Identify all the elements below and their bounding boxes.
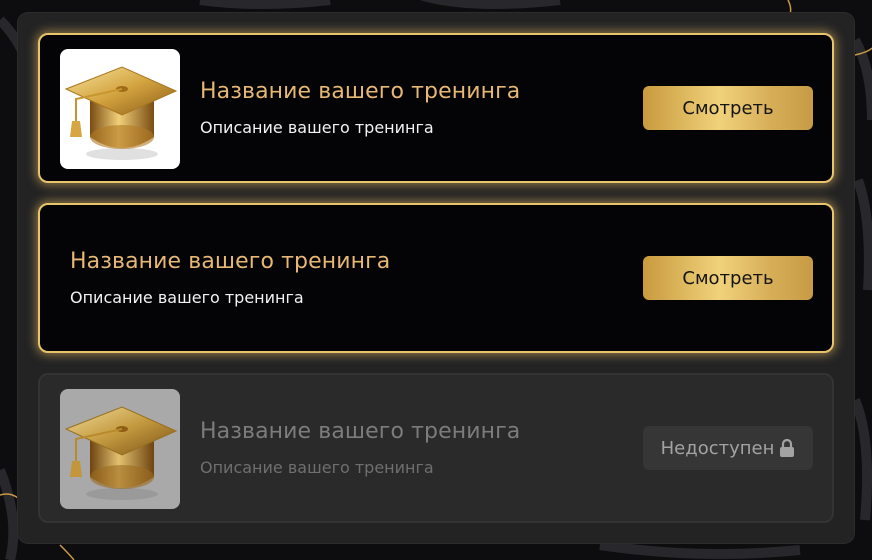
watch-button[interactable]: Смотреть [643, 86, 813, 130]
lock-icon [779, 438, 795, 458]
training-card[interactable]: Название вашего тренинга Описание вашего… [38, 203, 834, 353]
trainings-panel: Название вашего тренинга Описание вашего… [18, 13, 854, 543]
training-card-locked: Название вашего тренинга Описание вашего… [38, 373, 834, 523]
unavailable-button-label: Недоступен [660, 437, 775, 459]
training-title: Название вашего тренинга [200, 419, 521, 444]
training-thumbnail [60, 389, 180, 509]
graduation-cap-icon [64, 406, 178, 500]
training-description: Описание вашего тренинга [70, 288, 304, 307]
training-description: Описание вашего тренинга [200, 118, 434, 137]
watch-button-label: Смотреть [682, 267, 774, 289]
watch-button[interactable]: Смотреть [643, 256, 813, 300]
training-description: Описание вашего тренинга [200, 458, 434, 477]
training-title: Название вашего тренинга [200, 79, 521, 104]
graduation-cap-icon [64, 66, 178, 160]
training-title: Название вашего тренинга [70, 249, 391, 274]
watch-button-label: Смотреть [682, 97, 774, 119]
training-card[interactable]: Название вашего тренинга Описание вашего… [38, 33, 834, 183]
training-thumbnail [60, 49, 180, 169]
unavailable-button: Недоступен [643, 426, 813, 470]
